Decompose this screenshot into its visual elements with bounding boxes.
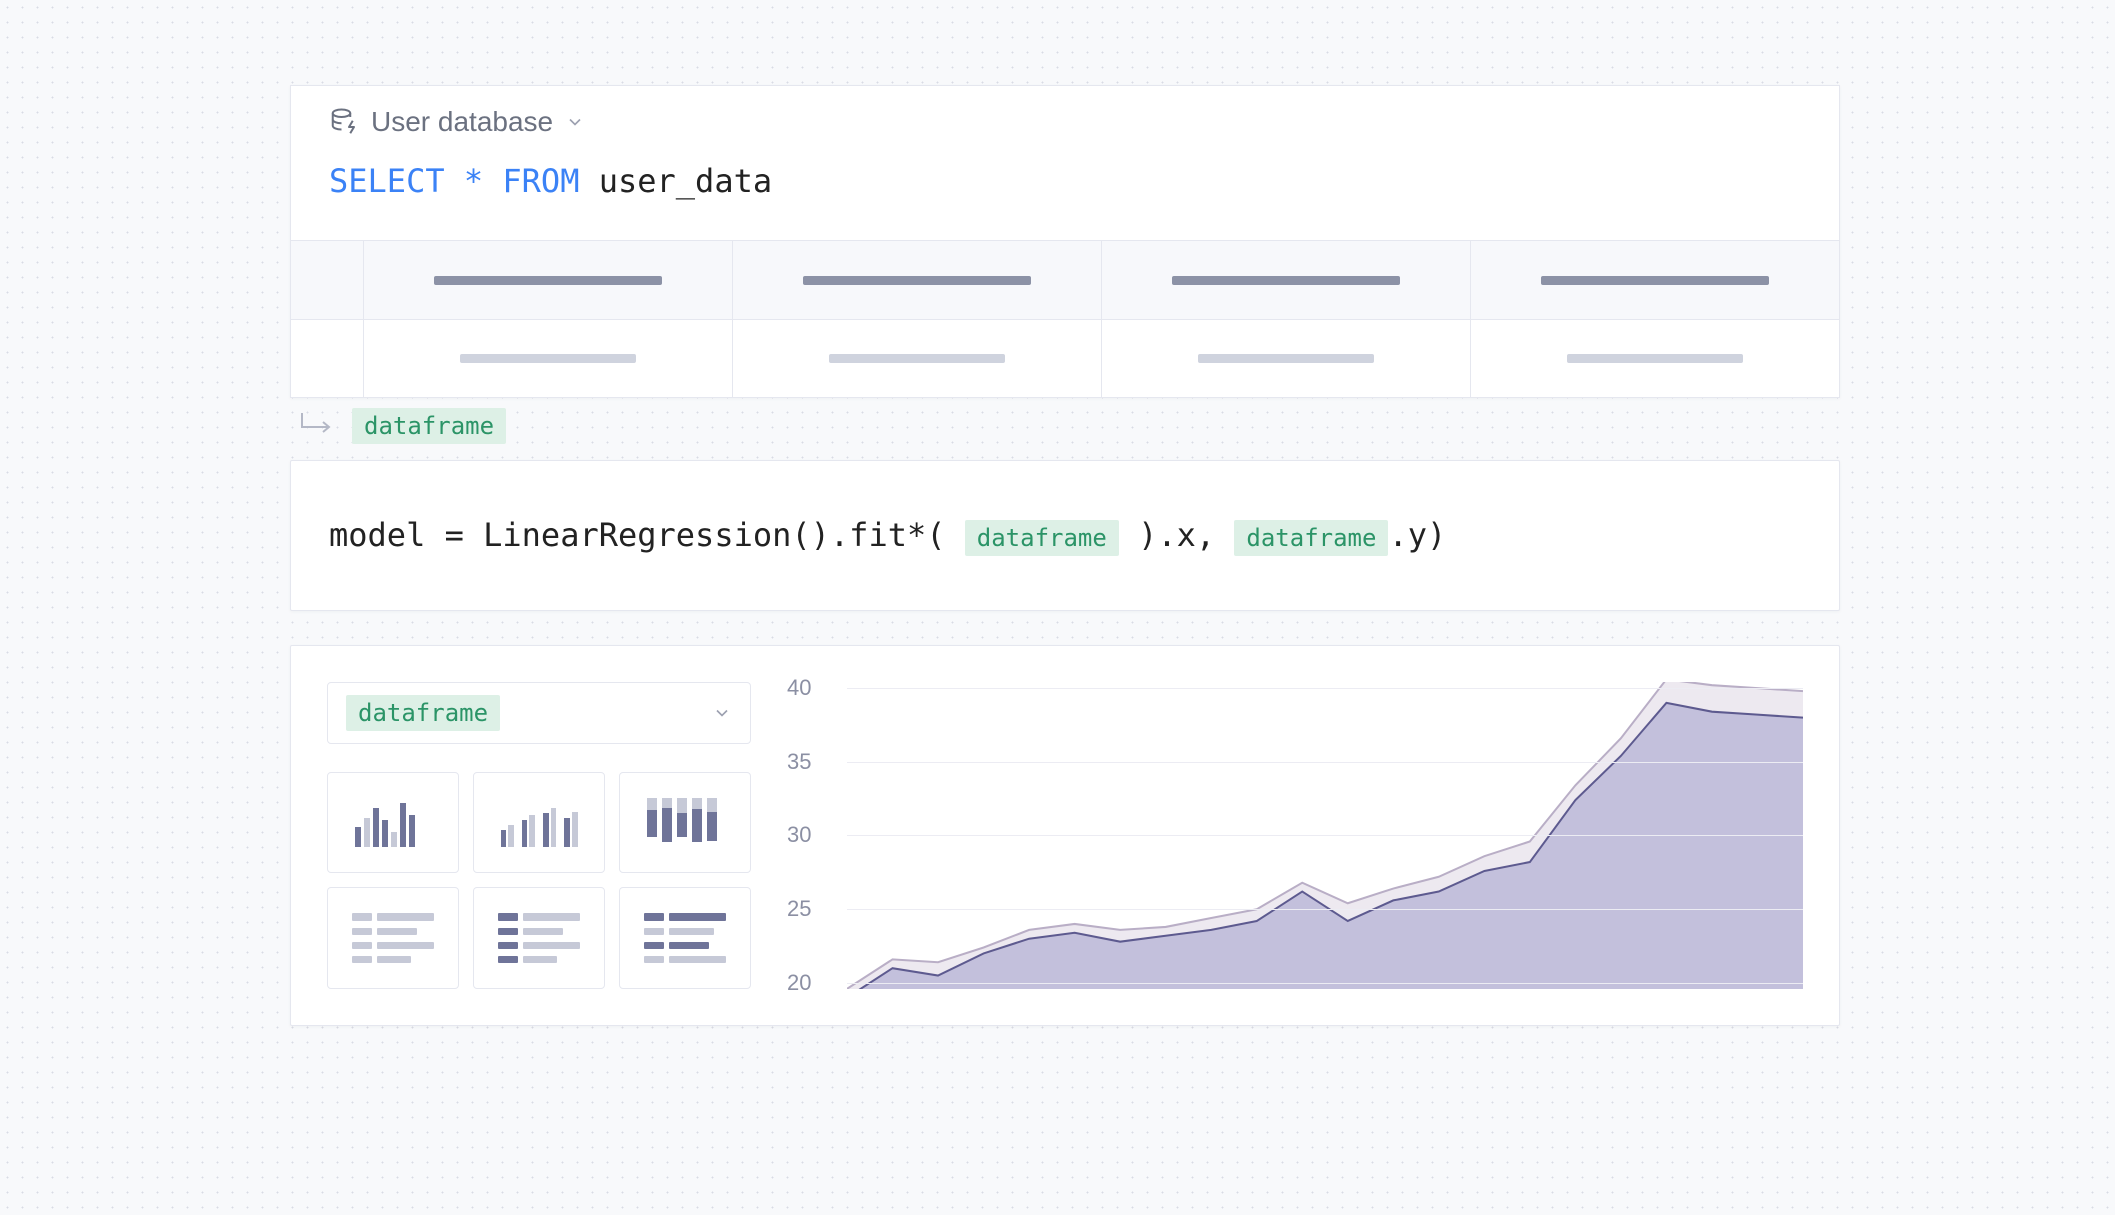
chart-type-bar-grouped[interactable]	[473, 772, 605, 874]
chart-y-axis: 40 35 30 25 20	[787, 682, 833, 989]
chart-panel: dataframe	[290, 645, 1840, 1026]
variable-ref-dataframe: dataframe	[1234, 520, 1388, 556]
result-table-placeholder	[291, 240, 1839, 397]
sql-panel: User database SELECT * FROM user_data	[290, 85, 1840, 398]
chart-config-sidebar: dataframe	[327, 682, 751, 989]
chart-plot-area: 40 35 30 25 20	[787, 682, 1803, 989]
variable-ref-dataframe: dataframe	[965, 520, 1119, 556]
sql-editor[interactable]: SELECT * FROM user_data	[291, 148, 1839, 240]
chevron-down-icon	[712, 703, 732, 723]
output-variable-tag: dataframe	[352, 408, 506, 444]
database-lightning-icon	[329, 107, 359, 137]
output-flow-indicator: dataframe	[290, 398, 1840, 460]
chart-type-bar-stacked[interactable]	[619, 772, 751, 874]
chart-type-bar-simple[interactable]	[327, 772, 459, 874]
database-selector[interactable]: User database	[291, 86, 1839, 148]
python-editor[interactable]: model = LinearRegression().fit*( datafra…	[329, 513, 1801, 558]
chart-type-table-light[interactable]	[327, 887, 459, 989]
chart-source-select[interactable]: dataframe	[327, 682, 751, 744]
chart-type-table-accent[interactable]	[473, 887, 605, 989]
chevron-down-icon	[565, 112, 585, 132]
python-panel: model = LinearRegression().fit*( datafra…	[290, 460, 1840, 611]
flow-arrow-icon	[298, 409, 340, 443]
chart-type-table-striped[interactable]	[619, 887, 751, 989]
database-label: User database	[371, 106, 553, 138]
